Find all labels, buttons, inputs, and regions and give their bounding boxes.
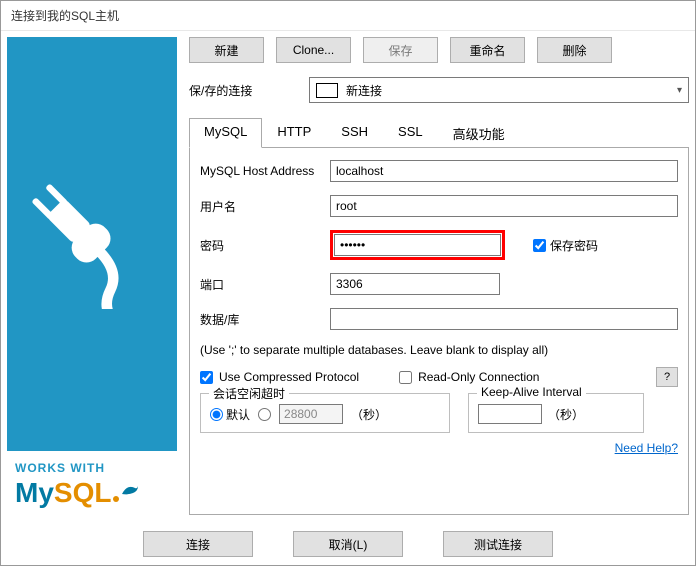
tab-ssh[interactable]: SSH (326, 118, 383, 148)
idle-default-radio[interactable] (210, 408, 223, 421)
idle-default-radio-label[interactable]: 默认 (210, 406, 250, 423)
idle-timeout-group: 会话空闲超时 默认 （秒） (200, 393, 450, 433)
tab-advanced[interactable]: 高级功能 (438, 118, 520, 148)
tab-mysql[interactable]: MySQL (189, 118, 262, 148)
password-input[interactable] (334, 234, 501, 256)
rename-button[interactable]: 重命名 (450, 37, 525, 63)
dolphin-icon (121, 482, 139, 496)
saved-label: 保/存的连接 (189, 82, 309, 99)
chevron-down-icon: ▾ (677, 85, 682, 96)
password-row: 密码 保存密码 (200, 230, 678, 260)
keepalive-unit: （秒） (548, 406, 584, 423)
keepalive-input[interactable] (478, 404, 542, 424)
idle-default-text: 默认 (226, 406, 250, 423)
port-label: 端口 (200, 276, 330, 293)
host-row: MySQL Host Address (200, 160, 678, 182)
readonly-checkbox[interactable] (399, 371, 412, 384)
save-password-checkbox[interactable] (533, 239, 546, 252)
port-input[interactable] (330, 273, 500, 295)
keepalive-title: Keep-Alive Interval (477, 385, 586, 399)
tabs: MySQL HTTP SSH SSL 高级功能 (189, 117, 689, 148)
password-label: 密码 (200, 237, 330, 254)
help-button[interactable]: ? (656, 367, 678, 387)
save-button[interactable]: 保存 (363, 37, 438, 63)
port-row: 端口 (200, 273, 678, 295)
user-label: 用户名 (200, 198, 330, 215)
cancel-button[interactable]: 取消(L) (293, 531, 403, 557)
delete-button[interactable]: 删除 (537, 37, 612, 63)
username-input[interactable] (330, 195, 678, 217)
titlebar: 连接到我的SQL主机 (1, 1, 695, 31)
help-row: Need Help? (200, 441, 678, 455)
keepalive-group: Keep-Alive Interval （秒） (468, 393, 644, 433)
database-hint: (Use ';' to separate multiple databases.… (200, 343, 678, 357)
database-row: 数据/库 (200, 308, 678, 330)
database-label: 数据/库 (200, 311, 330, 328)
saved-connection-select[interactable]: 新连接 ▾ (309, 77, 689, 103)
need-help-link[interactable]: Need Help? (615, 441, 678, 455)
idle-group-title: 会话空闲超时 (209, 385, 289, 402)
user-row: 用户名 (200, 195, 678, 217)
footer: 连接 取消(L) 测试连接 (1, 521, 695, 561)
clone-button[interactable]: Clone... (276, 37, 351, 63)
host-input[interactable] (330, 160, 678, 182)
compressed-checkbox[interactable] (200, 371, 213, 384)
works-with-logo: WORKS WITH My SQL (7, 451, 177, 515)
saved-connection-value: 新连接 (346, 82, 382, 99)
options-row: Use Compressed Protocol Read-Only Connec… (200, 367, 678, 387)
tab-body: MySQL Host Address 用户名 密码 保存密码 (189, 148, 689, 515)
dialog-window: 连接到我的SQL主机 WORKS WITH My (0, 0, 696, 566)
idle-custom-radio-label[interactable] (258, 408, 271, 421)
host-label: MySQL Host Address (200, 164, 330, 178)
database-input[interactable] (330, 308, 678, 330)
password-highlight (330, 230, 505, 260)
saved-connection-row: 保/存的连接 新连接 ▾ (189, 77, 689, 103)
compressed-label: Use Compressed Protocol (219, 370, 359, 384)
test-connection-button[interactable]: 测试连接 (443, 531, 553, 557)
idle-custom-radio[interactable] (258, 408, 271, 421)
left-panel: WORKS WITH My SQL (7, 37, 177, 515)
brand-image (7, 37, 177, 451)
tab-ssl[interactable]: SSL (383, 118, 438, 148)
toolbar: 新建 Clone... 保存 重命名 删除 (189, 37, 689, 63)
readonly-label: Read-Only Connection (418, 370, 539, 384)
save-password-label[interactable]: 保存密码 (533, 237, 598, 254)
mysql-sql: SQL (54, 477, 112, 509)
tab-http[interactable]: HTTP (262, 118, 326, 148)
idle-value-input[interactable] (279, 404, 343, 424)
new-button[interactable]: 新建 (189, 37, 264, 63)
content-area: WORKS WITH My SQL 新建 Clone... 保存 重命名 删除 (1, 31, 695, 521)
right-panel: 新建 Clone... 保存 重命名 删除 保/存的连接 新连接 ▾ MySQL… (177, 37, 689, 515)
mysql-my: My (15, 477, 54, 509)
window-title: 连接到我的SQL主机 (11, 9, 119, 23)
idle-unit: （秒） (351, 406, 387, 423)
mysql-logo: My SQL (15, 477, 169, 509)
works-with-text: WORKS WITH (15, 461, 169, 475)
save-password-text: 保存密码 (550, 237, 598, 254)
connection-color-swatch (316, 83, 338, 98)
mysql-dot (113, 496, 119, 502)
connect-button[interactable]: 连接 (143, 531, 253, 557)
plug-icon (27, 179, 157, 309)
groups: 会话空闲超时 默认 （秒） Keep-Alive Interval (200, 393, 678, 433)
